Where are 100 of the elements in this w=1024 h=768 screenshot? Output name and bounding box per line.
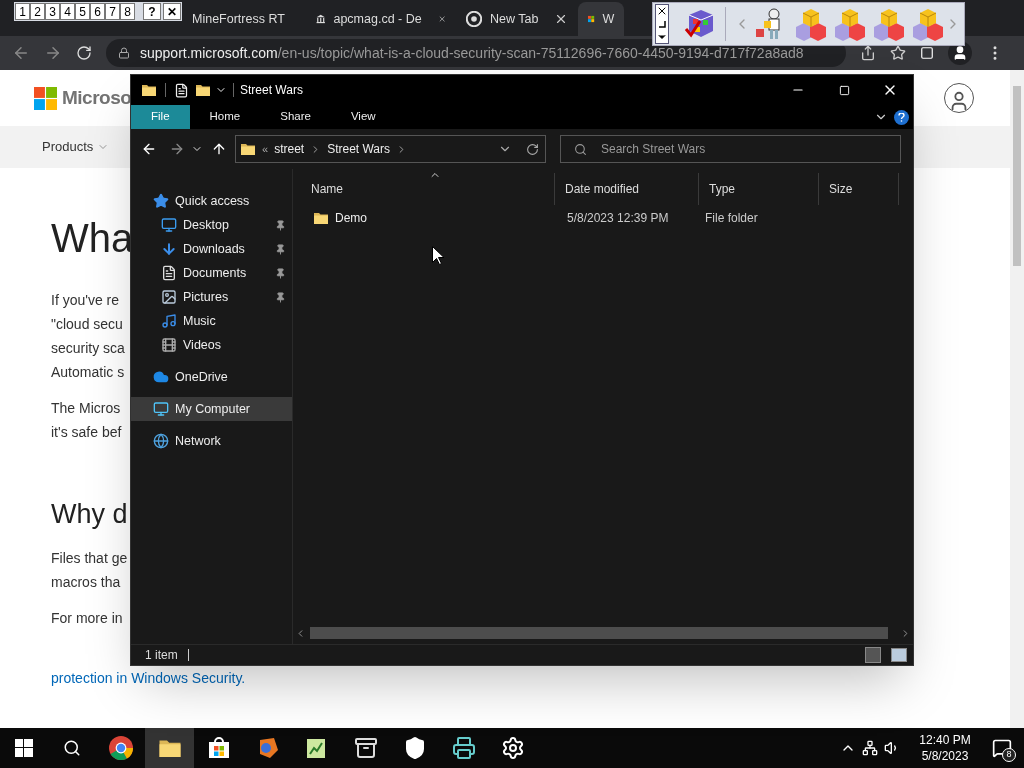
tree-label: Pictures	[183, 288, 230, 306]
column-header[interactable]: Name	[301, 173, 555, 205]
browser-tab[interactable]: New Tab	[456, 2, 579, 36]
toolbar-key[interactable]: ?	[143, 3, 161, 20]
mouse-cursor-icon	[432, 246, 444, 265]
paragraph-line: security sca	[51, 339, 125, 358]
scroll-thumb[interactable]	[1013, 86, 1021, 266]
document-icon	[161, 265, 177, 281]
paragraph-line: Automatic s	[51, 363, 125, 382]
breadcrumb-item[interactable]: Street Wars	[327, 140, 391, 158]
search-icon	[574, 143, 587, 156]
toolbar-key[interactable]: ✕	[163, 3, 181, 20]
forward-icon[interactable]	[169, 141, 185, 157]
help-link[interactable]: protection in Windows Security.	[51, 668, 246, 688]
ribbon-tab[interactable]: Share	[260, 105, 331, 129]
shopping-bag-icon	[206, 736, 231, 760]
tree-item[interactable]: Network	[131, 429, 292, 453]
folder-icon	[240, 141, 256, 157]
file-name: Demo	[335, 210, 367, 227]
address-bar[interactable]: « street Street Wars	[235, 135, 546, 163]
tab-title: MineFortress RT	[192, 10, 285, 28]
cube-stack-icon	[872, 7, 906, 41]
file-type: File folder	[704, 210, 759, 227]
search-icon[interactable]	[63, 739, 81, 757]
ring-logo-icon	[466, 11, 482, 27]
tree-label: OneDrive	[175, 368, 229, 386]
monitor-icon	[153, 401, 169, 417]
page-scrollbar[interactable]	[1010, 70, 1024, 728]
tree-label: Documents	[183, 264, 248, 282]
tree-label: Network	[175, 432, 222, 450]
taskbar-app[interactable]	[145, 728, 194, 768]
back-icon[interactable]	[141, 141, 157, 157]
help-button[interactable]	[894, 109, 909, 125]
film-icon	[161, 337, 177, 353]
network-icon[interactable]	[862, 740, 878, 756]
browser-tab[interactable]: W	[578, 2, 625, 36]
reload-icon[interactable]	[76, 45, 92, 61]
question-mark-icon	[898, 112, 905, 122]
lock-icon	[118, 47, 130, 59]
cube-stack-icon	[794, 7, 828, 41]
close-icon[interactable]	[656, 5, 668, 17]
tree-item[interactable]: Documents	[131, 261, 292, 285]
printer-icon	[451, 736, 476, 760]
tree-label: Music	[183, 312, 217, 330]
maximize-icon	[838, 84, 850, 96]
refresh-icon[interactable]	[526, 142, 539, 156]
tree-item[interactable]: Pictures	[131, 285, 292, 309]
star-icon	[153, 193, 169, 209]
forward-icon[interactable]	[44, 44, 62, 62]
column-header[interactable]: Size	[819, 173, 899, 205]
globe-icon	[153, 433, 169, 449]
toolbar-key[interactable]: 2	[30, 3, 45, 20]
tree-item[interactable]: Quick access	[131, 189, 292, 213]
toolbar-key[interactable]: 6	[90, 3, 105, 20]
tree-item[interactable]: Desktop	[131, 213, 292, 237]
ribbon-tab[interactable]: Home	[189, 105, 261, 129]
toolbar-key[interactable]: 8	[120, 3, 135, 20]
folder-icon	[195, 82, 211, 98]
start-button[interactable]	[15, 739, 33, 757]
file-row[interactable]: Demo 5/8/2023 12:39 PM File folder	[293, 207, 913, 229]
column-header[interactable]: Type	[699, 173, 819, 205]
toolbar-key[interactable]: 5	[75, 3, 90, 20]
music-note-icon	[161, 313, 177, 329]
search-field[interactable]: Search Street Wars	[560, 135, 901, 163]
nav-menu-item[interactable]: Products	[42, 137, 110, 157]
browser-tab[interactable]: MineFortress RT	[188, 2, 306, 36]
tree-item[interactable]: Downloads	[131, 237, 292, 261]
tree-item[interactable]: Music	[131, 309, 292, 333]
four-squares-logo-icon	[34, 86, 57, 110]
toolbar-key[interactable]: 1	[15, 3, 30, 20]
scroll-thumb[interactable]	[310, 627, 888, 639]
ribbon-tab[interactable]: File	[131, 105, 190, 129]
address-bar[interactable]: support.microsoft.com/en-us/topic/what-is-a-cloud-security-scan-75112696-7660-4450-9194-d717f72a8ad8	[106, 39, 846, 67]
overflow-chevrons: «	[262, 141, 269, 157]
corner-icon[interactable]	[656, 18, 668, 30]
bookmark-star-icon[interactable]	[890, 45, 906, 61]
site-logo-text: Microso	[62, 85, 132, 110]
monitor-icon	[161, 217, 177, 233]
clock[interactable]: 12:40 PM 5/8/2023	[910, 732, 980, 764]
properties-icon[interactable]	[174, 82, 189, 98]
tree-item[interactable]: My Computer	[131, 397, 292, 421]
notification-button[interactable]: 8	[980, 728, 1024, 768]
share-icon[interactable]	[860, 45, 876, 61]
toolbar-key[interactable]: 3	[45, 3, 60, 20]
breadcrumb-item[interactable]: street	[274, 140, 305, 158]
browser-tab[interactable]: apcmag.cd - De	[306, 2, 456, 36]
extension-icon[interactable]	[920, 46, 934, 60]
down-arrow-icon	[161, 241, 177, 257]
paragraph-line: For more in	[51, 609, 123, 628]
up-icon[interactable]	[211, 141, 227, 157]
ribbon-tab[interactable]: View	[330, 105, 396, 129]
tree-item[interactable]: OneDrive	[131, 365, 292, 389]
toolbar-key[interactable]: 7	[105, 3, 120, 20]
tree-item[interactable]: Videos	[131, 333, 292, 357]
toolbar-key[interactable]: 4	[60, 3, 75, 20]
page-heading: Wha	[51, 215, 134, 262]
url-text: support.microsoft.com/en-us/topic/what-is-a-cloud-security-scan-75112696-7660-4450-9194-d717f72a8ad8	[140, 43, 804, 63]
column-header[interactable]: Date modified	[555, 173, 699, 205]
tree-label: Videos	[183, 336, 222, 354]
paragraph-line: "cloud secu	[51, 315, 123, 334]
